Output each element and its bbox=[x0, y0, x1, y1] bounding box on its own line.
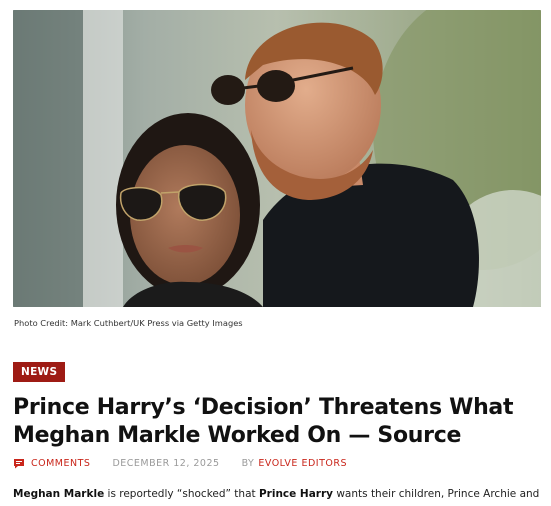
excerpt-text-2: wants their children, Prince Archie and bbox=[333, 488, 540, 500]
excerpt-text-1: is reportedly “shocked” that bbox=[104, 488, 259, 500]
article-excerpt: Meghan Markle is reportedly “shocked” th… bbox=[13, 486, 543, 502]
article-title[interactable]: Prince Harry’s ‘Decision’ Threatens What… bbox=[13, 394, 538, 450]
comment-bubble-icon bbox=[14, 459, 24, 469]
article-page: Photo Credit: Mark Cuthbert/UK Press via… bbox=[0, 0, 551, 506]
hero-photo-illustration bbox=[13, 10, 541, 307]
excerpt-name-meghan: Meghan Markle bbox=[13, 488, 105, 500]
article-meta: COMMENTS DECEMBER 12, 2025 BY EVOLVE EDI… bbox=[13, 458, 347, 469]
publish-date: DECEMBER 12, 2025 bbox=[112, 458, 220, 469]
comments-link[interactable]: COMMENTS bbox=[13, 458, 90, 469]
comments-label: COMMENTS bbox=[31, 458, 91, 469]
category-badge[interactable]: NEWS bbox=[13, 362, 66, 382]
excerpt-name-harry: Prince Harry bbox=[258, 488, 333, 500]
photo-credit: Photo Credit: Mark Cuthbert/UK Press via… bbox=[14, 318, 243, 328]
hero-photo[interactable] bbox=[13, 10, 541, 307]
byline-prefix: BY bbox=[241, 458, 255, 469]
author-link[interactable]: EVOLVE EDITORS bbox=[258, 458, 347, 469]
